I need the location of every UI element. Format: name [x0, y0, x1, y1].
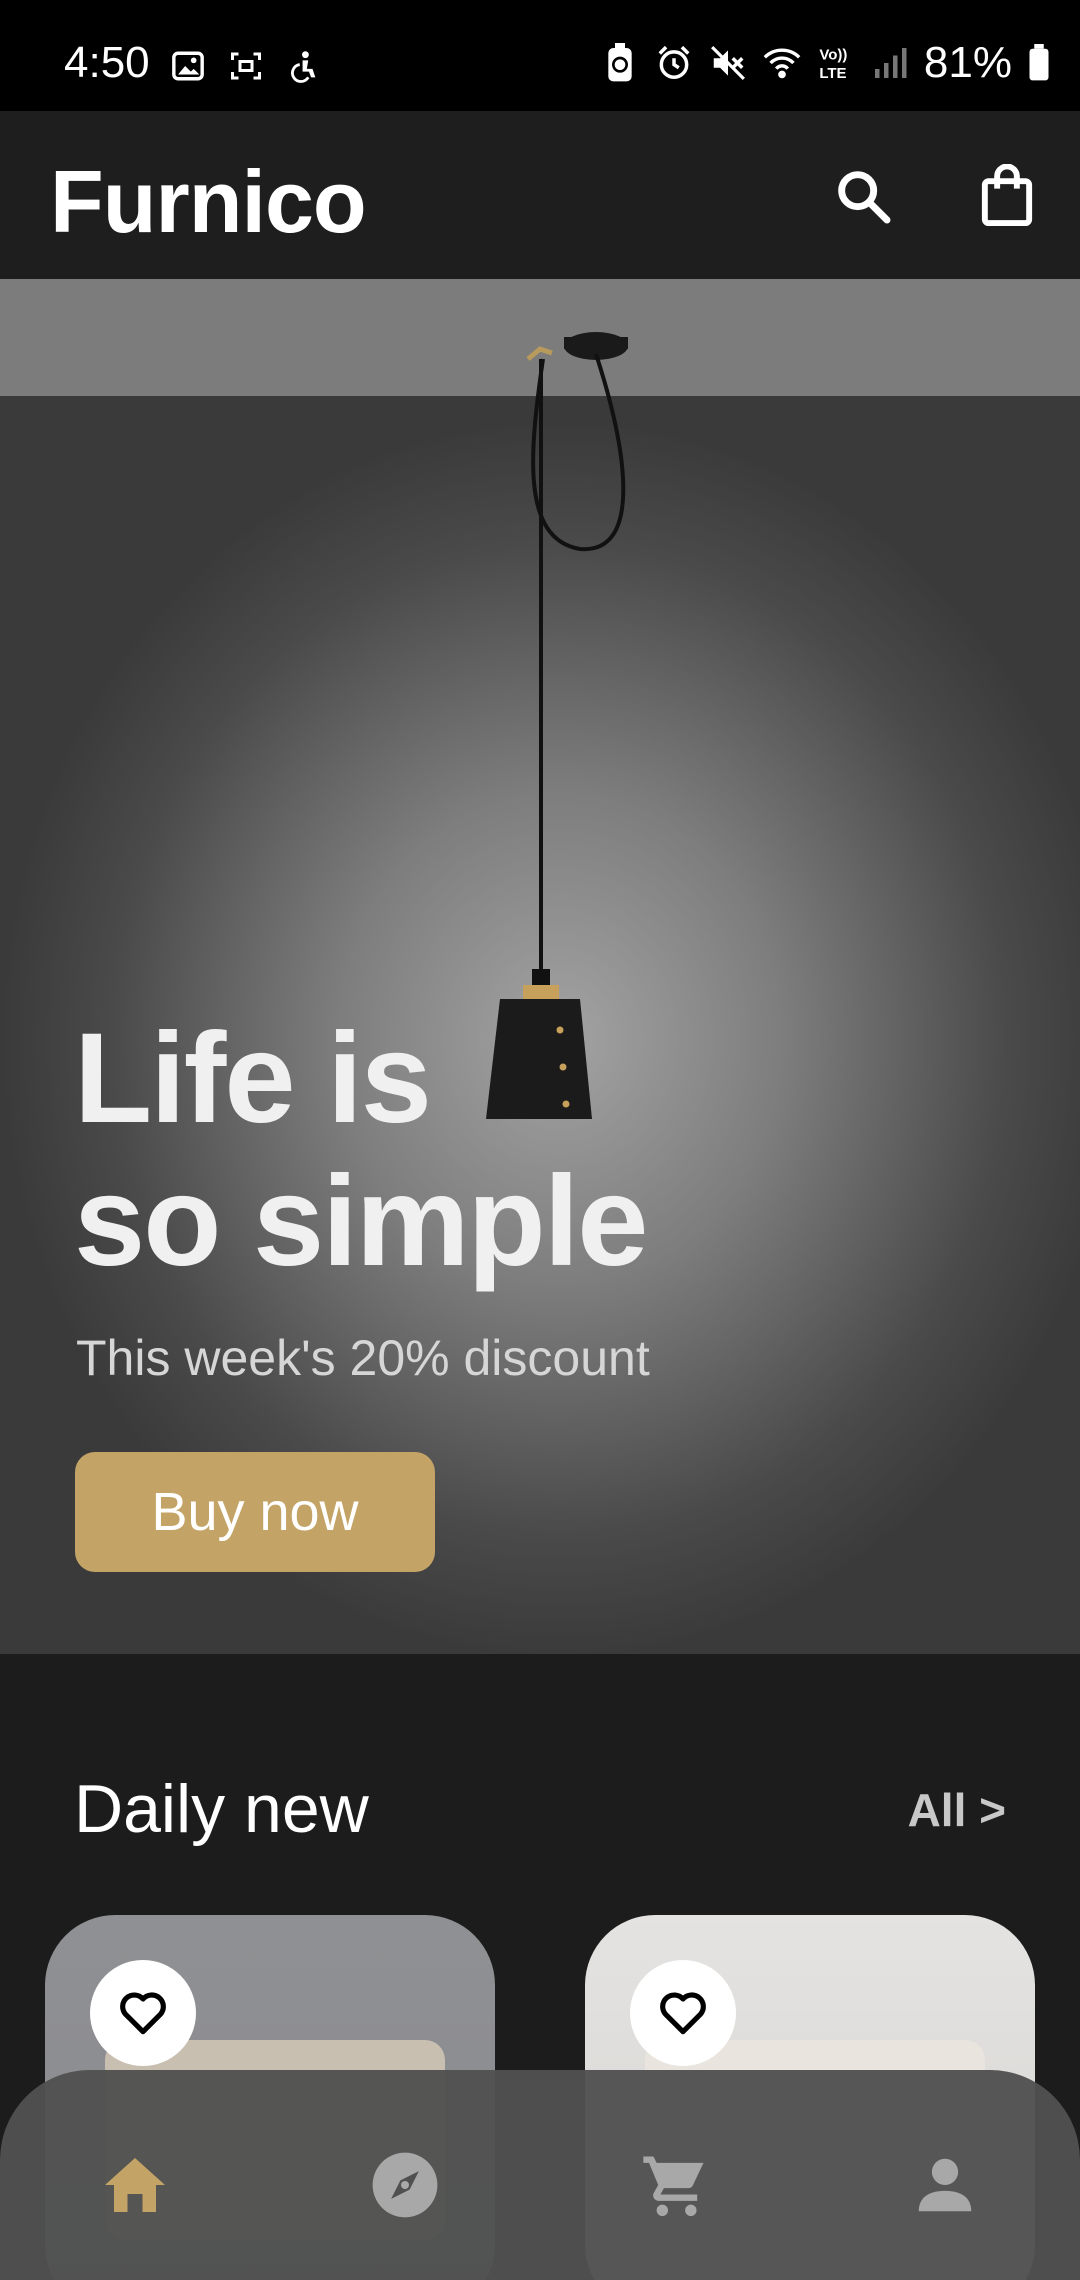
nav-explore[interactable] — [350, 2140, 460, 2230]
svg-text:Vo)): Vo)) — [819, 47, 847, 64]
battery-icon — [1026, 43, 1052, 83]
heart-outline-icon — [120, 1992, 166, 2035]
daily-new-title: Daily new — [74, 1771, 369, 1847]
hero-title-line1: Life is — [74, 1007, 432, 1150]
volte-icon: Vo)) LTE — [816, 43, 856, 83]
screen: 4:50 Vo)) LTE 81% Furnico Life is so sim… — [0, 0, 1080, 2280]
nav-home[interactable] — [80, 2140, 190, 2230]
shopping-bag-icon — [981, 164, 1033, 227]
alarm-icon — [654, 43, 694, 83]
status-time: 4:50 — [64, 38, 150, 87]
image-icon — [168, 46, 208, 86]
hero-title: Life is so simple — [74, 1007, 874, 1293]
app-title: Furnico — [50, 152, 367, 251]
nav-profile[interactable] — [890, 2140, 1000, 2230]
daily-new-all-link[interactable]: All > — [908, 1783, 1006, 1837]
battery-saver-icon — [600, 43, 640, 83]
app-bar: Furnico — [0, 111, 1080, 279]
status-left-icons — [168, 46, 324, 86]
screenshot-icon — [226, 46, 266, 86]
cart-bag-button[interactable] — [972, 161, 1042, 231]
accessibility-icon — [284, 46, 324, 86]
search-button[interactable] — [828, 161, 898, 231]
person-icon — [918, 2158, 972, 2212]
hero-title-line2: so simple — [74, 1150, 648, 1293]
compass-icon — [372, 2152, 438, 2218]
battery-percentage: 81% — [923, 38, 1012, 87]
svg-text:LTE: LTE — [819, 65, 846, 82]
signal-icon — [870, 43, 910, 83]
home-icon — [105, 2158, 165, 2212]
mute-icon — [708, 43, 748, 83]
pendant-lamp-image — [486, 332, 628, 1119]
nav-cart[interactable] — [620, 2140, 730, 2230]
wifi-icon — [762, 43, 802, 83]
bottom-navigation — [0, 2070, 1080, 2280]
search-icon — [838, 171, 891, 224]
favorite-button[interactable] — [630, 1960, 736, 2066]
heart-outline-icon — [660, 1992, 706, 2035]
hero-subtitle: This week's 20% discount — [76, 1330, 650, 1386]
cart-icon — [643, 2156, 704, 2217]
status-right-icons: Vo)) LTE 81% — [600, 38, 1052, 88]
hero-banner: Life is so simple This week's 20% discou… — [0, 279, 1080, 1654]
status-bar: 4:50 Vo)) LTE 81% — [0, 0, 1080, 111]
favorite-button[interactable] — [90, 1960, 196, 2066]
buy-now-button[interactable]: Buy now — [75, 1452, 435, 1572]
